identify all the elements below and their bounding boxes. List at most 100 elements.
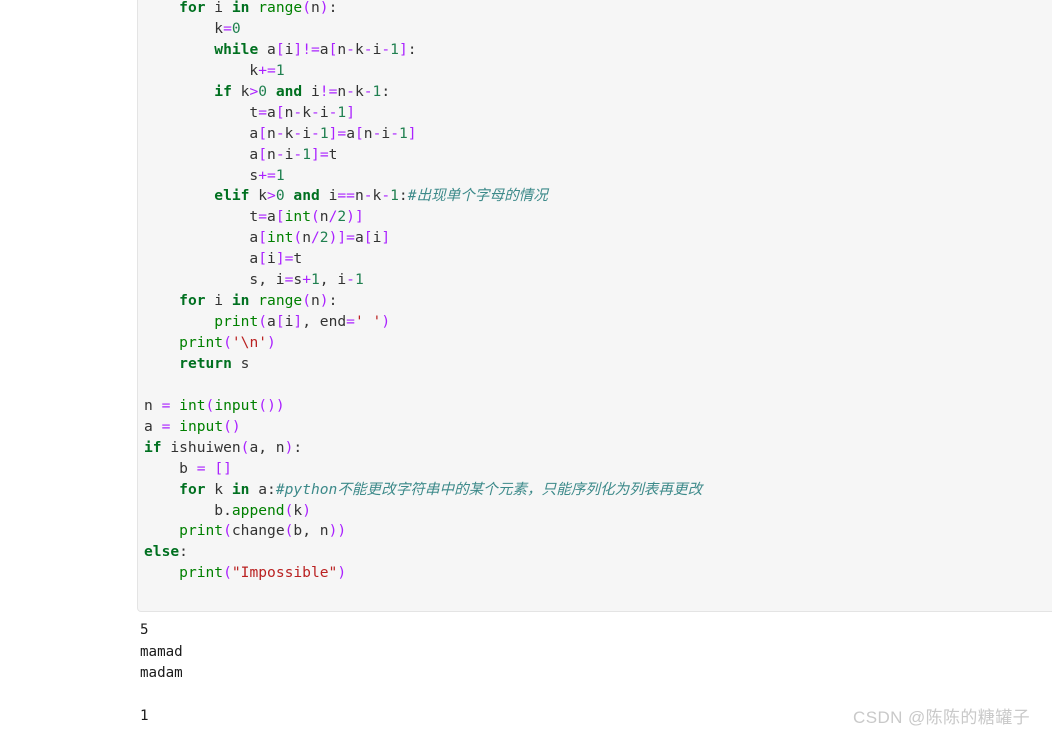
code-token: elif (214, 187, 250, 205)
code-line: for k in a:#python不能更改字符串中的某个元素，只能序列化为列表… (144, 480, 1052, 501)
code-token: k (205, 480, 232, 498)
code-token: ) (319, 292, 329, 310)
code-line: print("Impossible") (144, 563, 1052, 584)
code-token: - (346, 82, 355, 100)
code-token: n (319, 208, 329, 226)
code-line: t=a[n-k-i-1] (144, 103, 1052, 124)
code-token: ) (267, 334, 276, 351)
code-line: if ishuiwen(a, n): (144, 438, 1052, 459)
code-token: ( (223, 522, 232, 540)
code-token: 1 (275, 61, 285, 79)
code-token: i (319, 103, 329, 121)
code-token: ] (346, 103, 355, 121)
code-token: for (179, 292, 206, 310)
code-token: in (231, 292, 250, 310)
code-line: a[n-i-1]=t (144, 145, 1052, 166)
code-line: for i in range(n): (144, 0, 1052, 19)
code-token: i (302, 82, 320, 100)
code-token: : (407, 40, 417, 58)
code-token: a (267, 313, 276, 331)
code-token: ) (337, 522, 347, 540)
code-token: k (249, 187, 268, 205)
code-line: t=a[int(n/2)] (144, 207, 1052, 228)
code-line: k+=1 (144, 61, 1052, 82)
code-token: = (346, 229, 355, 247)
code-token: ] (293, 313, 303, 331)
code-token: ( (223, 564, 232, 582)
code-token: - (381, 187, 391, 205)
code-token: - (381, 40, 391, 58)
code-token: s (144, 166, 259, 184)
code-token: a (267, 103, 276, 121)
code-line: print(change(b, n)) (144, 521, 1052, 542)
code-token: ( (293, 229, 303, 247)
code-token: i (302, 124, 312, 142)
code-token: n (337, 40, 347, 58)
code-token: - (311, 103, 320, 121)
code-token: a (354, 229, 364, 247)
code-token: = (337, 124, 347, 142)
code-token: 1 (390, 40, 399, 58)
code-token: ( (310, 208, 320, 226)
code-line: b.append(k) (144, 501, 1052, 522)
code-token: ishuiwen (161, 438, 241, 456)
code-token: a (267, 208, 276, 226)
code-token: print (179, 522, 224, 540)
code-token: 2 (337, 208, 347, 226)
code-token: - (390, 124, 399, 142)
code-line: print(a[i], end=' ') (144, 312, 1052, 333)
code-token: t (293, 250, 303, 268)
code-token: a (144, 145, 259, 163)
code-token: 1 (310, 271, 320, 289)
code-token: 1 (337, 103, 347, 121)
code-token: [ (214, 459, 224, 477)
code-token: print (179, 334, 224, 351)
code-token: ( (205, 396, 215, 414)
code-token: n (144, 396, 162, 414)
code-token: print (179, 564, 224, 582)
code-token: k (231, 82, 250, 100)
code-token: [ (363, 229, 373, 247)
code-token: += (258, 166, 276, 184)
code-token: i (267, 250, 276, 268)
code-token: change (231, 522, 285, 540)
code-token: ] (398, 40, 408, 58)
code-token: ] (311, 145, 320, 163)
code-line: return s (144, 354, 1052, 375)
code-token: i (205, 0, 232, 16)
code-token: = (319, 145, 329, 163)
code-line: a[i]=t (144, 249, 1052, 270)
code-token: n (363, 124, 373, 142)
code-token: : (381, 82, 391, 100)
code-token: ] (354, 208, 364, 226)
code-token: : (267, 480, 276, 498)
code-token: in (231, 0, 250, 16)
code-token: a (249, 480, 268, 498)
code-token: for (179, 0, 206, 16)
code-token: in (231, 480, 250, 498)
code-token: + (302, 271, 311, 289)
code-token: int (179, 396, 206, 414)
code-token: ( (258, 396, 268, 414)
code-token: ] (223, 459, 232, 477)
code-token: a (144, 250, 259, 268)
code-token: ( (258, 313, 268, 331)
code-token: = (223, 19, 232, 37)
code-line: k=0 (144, 19, 1052, 40)
code-token: += (258, 61, 276, 79)
code-token: [ (258, 250, 268, 268)
code-token: > (267, 187, 276, 205)
code-token: i (205, 292, 232, 310)
code-token: k (354, 82, 364, 100)
code-token: [ (258, 145, 268, 163)
code-line: a[n-k-i-1]=a[n-i-1] (144, 124, 1052, 145)
code-token: ( (302, 292, 311, 310)
code-line: n = int(input()) (144, 396, 1052, 417)
